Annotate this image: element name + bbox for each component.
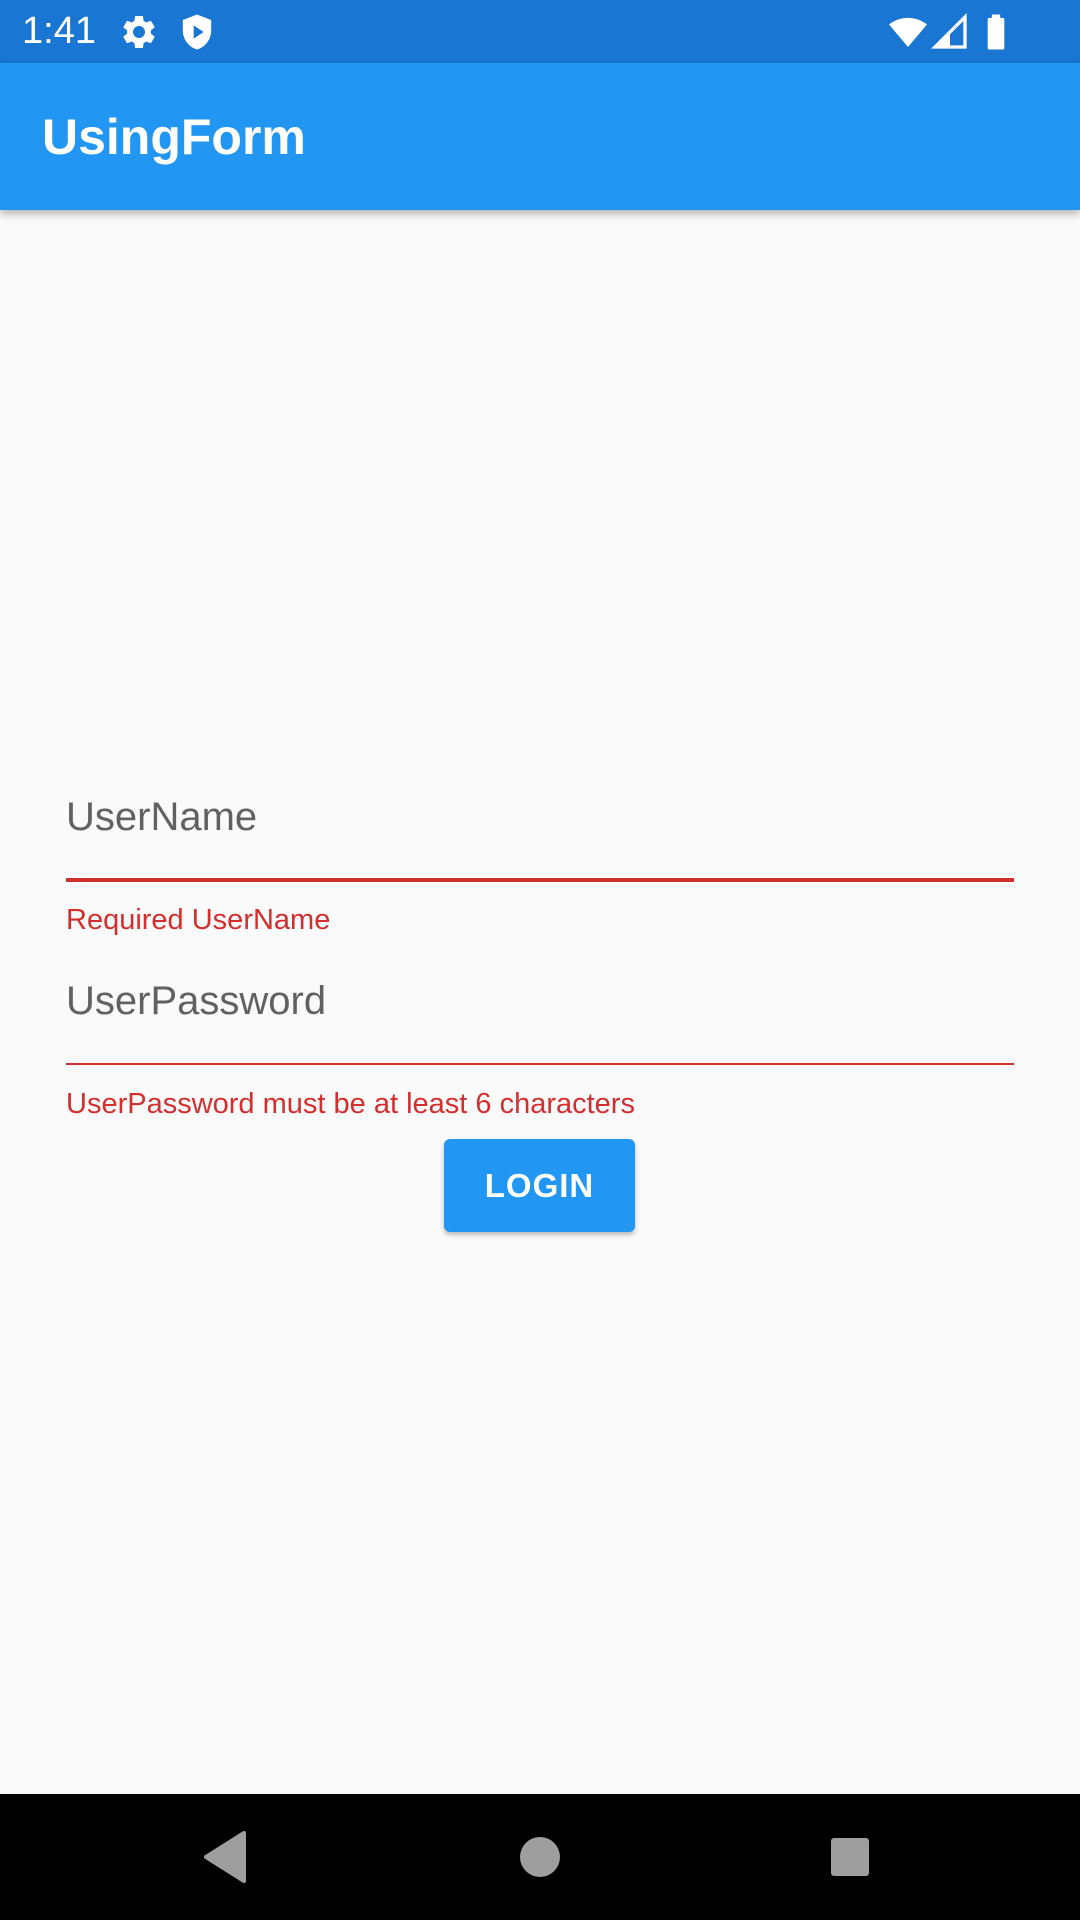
nav-bar — [0, 1794, 1080, 1920]
password-underline — [66, 1063, 1014, 1065]
shield-play-icon — [177, 12, 217, 52]
password-field — [66, 966, 1014, 1066]
home-icon[interactable] — [510, 1827, 570, 1887]
password-input[interactable] — [66, 966, 1014, 1036]
username-field — [66, 782, 1014, 882]
gear-icon — [119, 12, 159, 52]
back-icon[interactable] — [196, 1827, 256, 1887]
status-time: 1:41 — [22, 10, 96, 52]
login-button[interactable]: LOGIN — [444, 1139, 635, 1232]
username-underline — [66, 878, 1014, 882]
battery-icon — [976, 12, 1016, 52]
username-input[interactable] — [66, 782, 1014, 852]
app-title: UsingForm — [42, 109, 306, 165]
wifi-icon — [888, 12, 928, 52]
password-error: UserPassword must be at least 6 characte… — [66, 1088, 635, 1120]
screen: 1:41 UsingForm UserName Required UserNam… — [0, 0, 1080, 1920]
status-bar: 1:41 — [0, 0, 1080, 63]
recents-icon[interactable] — [820, 1827, 880, 1887]
username-error: Required UserName — [66, 904, 331, 936]
app-bar: UsingForm — [0, 63, 1080, 210]
cell-signal-icon — [930, 12, 970, 52]
